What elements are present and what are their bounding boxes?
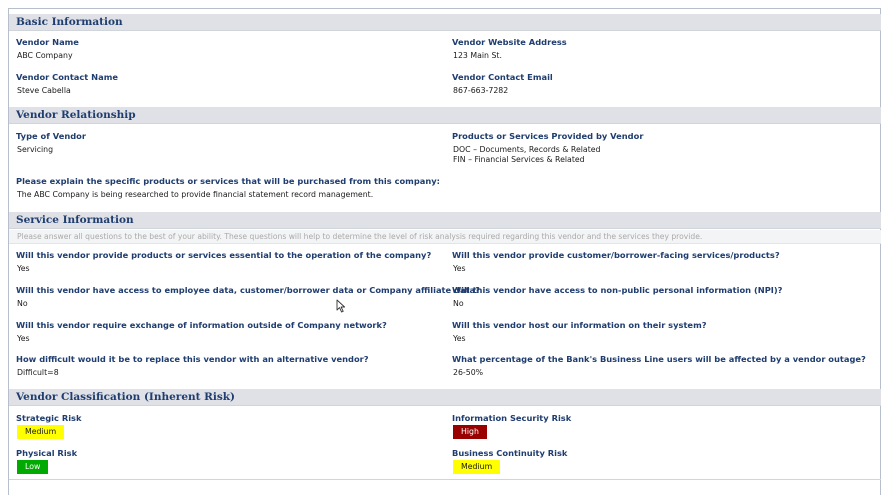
question-answer: Difficult=8: [17, 368, 59, 377]
vendor-type-value: Servicing: [17, 145, 54, 154]
question-answer: Yes: [17, 334, 30, 343]
section-header-basic-information: Basic Information: [9, 14, 881, 31]
business-continuity-risk-badge: Medium: [453, 460, 501, 474]
physical-risk-badge: Low: [17, 460, 49, 474]
question-label: How difficult would it be to replace thi…: [16, 354, 369, 364]
question-label: Will this vendor provide customer/borrow…: [452, 250, 780, 260]
vendor-contact-name-label: Vendor Contact Name: [16, 72, 118, 82]
question-answer: 26-50%: [453, 368, 484, 377]
product-item: DOC – Documents, Records & Related: [453, 145, 601, 154]
service-instructions: Please answer all questions to the best …: [9, 230, 881, 244]
question-answer: No: [17, 299, 28, 308]
physical-risk-label: Physical Risk: [16, 448, 78, 458]
business-continuity-risk-label: Business Continuity Risk: [452, 448, 568, 458]
information-security-risk-label: Information Security Risk: [452, 413, 572, 423]
strategic-risk-label: Strategic Risk: [16, 413, 82, 423]
vendor-contact-email-value: 867-663-7282: [453, 86, 509, 95]
question-label: Will this vendor host our information on…: [452, 320, 707, 330]
explain-products-label: Please explain the specific products or …: [16, 176, 440, 186]
question-answer: Yes: [453, 334, 466, 343]
vendor-profile-panel: Basic Information Vendor Name ABC Compan…: [8, 8, 881, 495]
vendor-type-label: Type of Vendor: [16, 131, 86, 141]
information-security-risk-badge: High: [453, 425, 487, 439]
vendor-website-label: Vendor Website Address: [452, 37, 567, 47]
question-answer: No: [453, 299, 464, 308]
mouse-cursor-icon: [336, 299, 346, 313]
question-label: What percentage of the Bank's Business L…: [452, 354, 866, 364]
question-label: Will this vendor have access to non-publ…: [452, 285, 783, 295]
question-label: Will this vendor require exchange of inf…: [16, 320, 387, 330]
question-answer: Yes: [453, 264, 466, 273]
products-services-label: Products or Services Provided by Vendor: [452, 131, 644, 141]
product-item: FIN – Financial Services & Related: [453, 155, 585, 164]
question-label: Will this vendor provide products or ser…: [16, 250, 432, 260]
question-label: Will this vendor have access to employee…: [16, 285, 480, 295]
vendor-name-label: Vendor Name: [16, 37, 79, 47]
vendor-contact-email-label: Vendor Contact Email: [452, 72, 553, 82]
vendor-name-value: ABC Company: [17, 51, 73, 60]
divider: [9, 479, 881, 480]
explain-products-value: The ABC Company is being researched to p…: [17, 190, 374, 199]
section-header-service-information: Service Information: [9, 212, 881, 229]
vendor-website-value: 123 Main St.: [453, 51, 502, 60]
section-header-vendor-classification: Vendor Classification (Inherent Risk): [9, 389, 881, 406]
section-header-vendor-relationship: Vendor Relationship: [9, 107, 881, 124]
vendor-contact-name-value: Steve Cabella: [17, 86, 71, 95]
strategic-risk-badge: Medium: [17, 425, 65, 439]
question-answer: Yes: [17, 264, 30, 273]
